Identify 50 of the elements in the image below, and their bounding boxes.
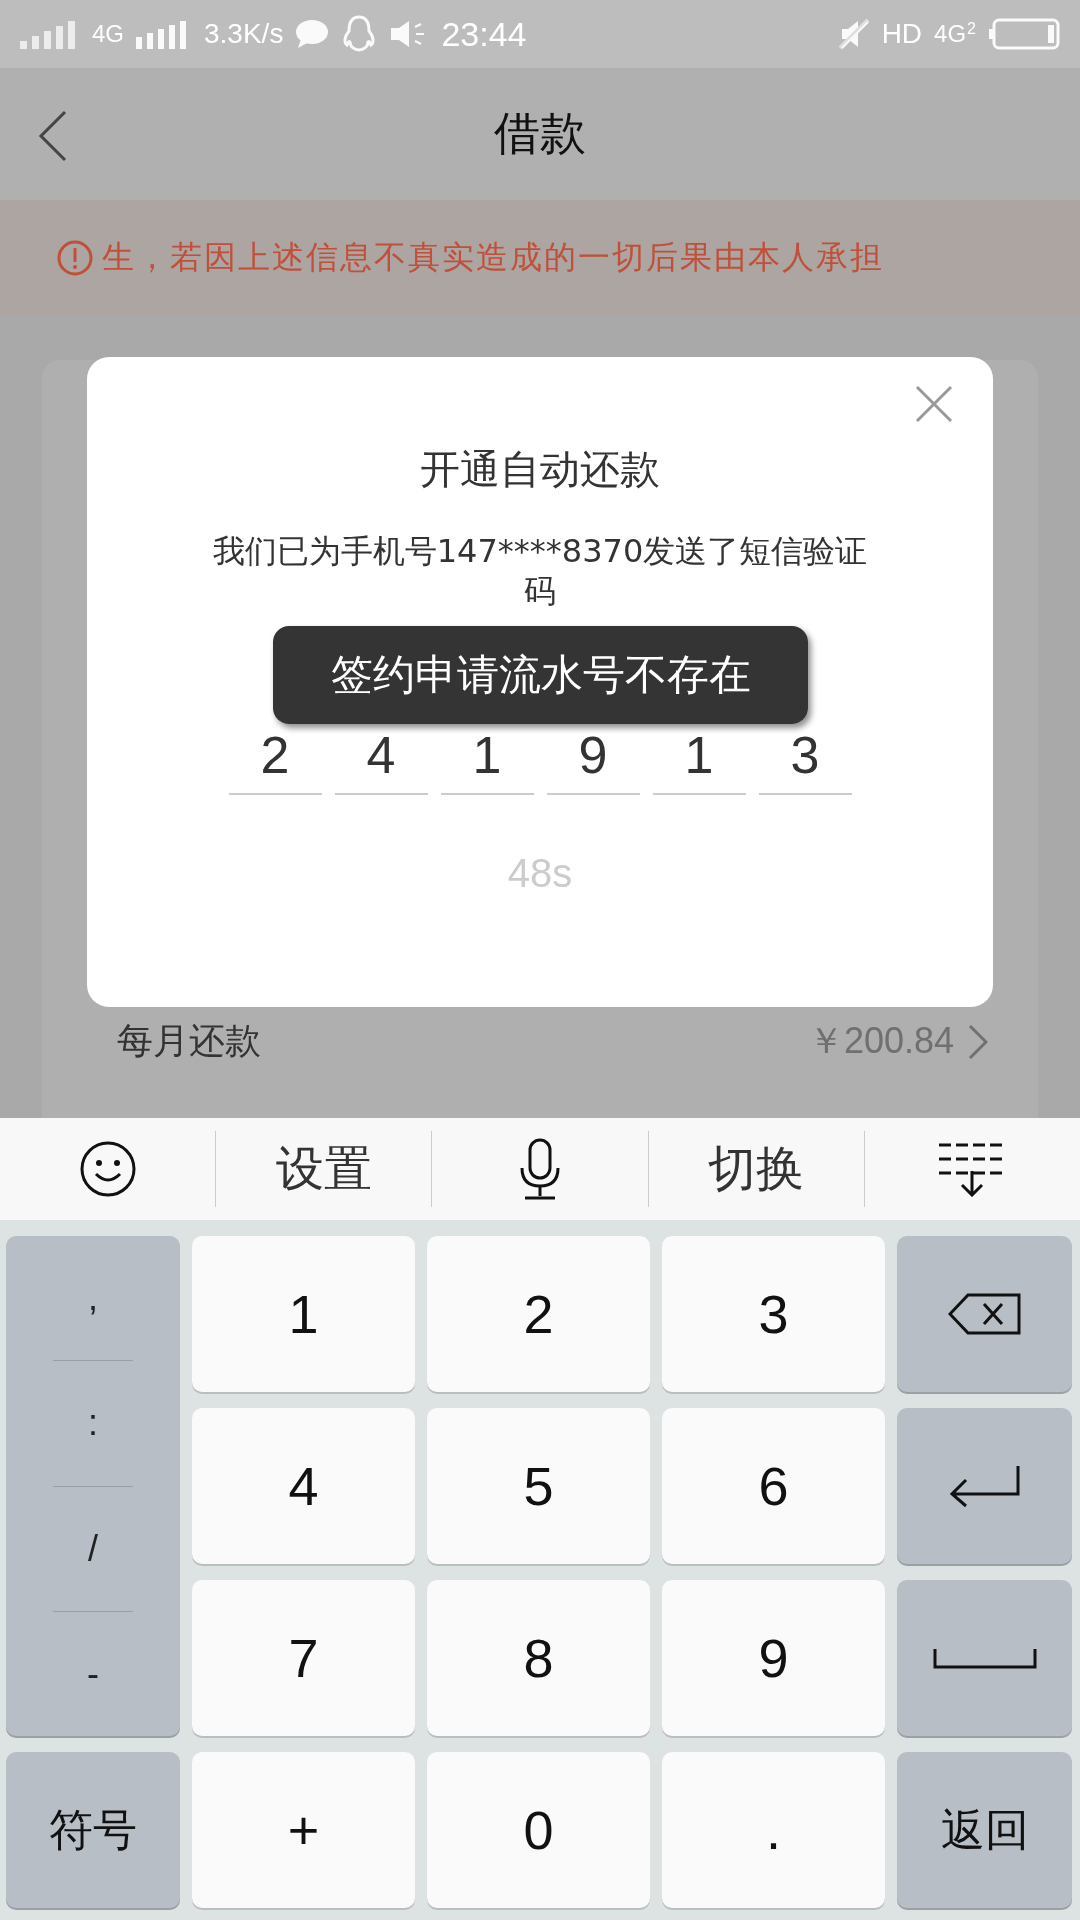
symbol-key[interactable]: ,: [53, 1236, 133, 1361]
key[interactable]: 符号: [6, 1752, 180, 1908]
monthly-repayment-value: ￥200.84: [807, 1019, 954, 1063]
dialog-title: 开通自动还款: [420, 445, 660, 494]
code-digit[interactable]: 4: [334, 729, 428, 795]
muted-icon: [837, 18, 870, 50]
battery-icon: [988, 18, 1060, 50]
code-digit[interactable]: 1: [440, 729, 534, 795]
code-digit[interactable]: 9: [546, 729, 640, 795]
key[interactable]: 5: [427, 1408, 650, 1564]
code-digit[interactable]: 1: [652, 729, 746, 795]
chat-bubble-icon: [295, 19, 330, 49]
network-label: 4G: [92, 20, 124, 48]
dialog-message: 我们已为手机号147****8370发送了短信验证码: [211, 531, 869, 611]
symbol-key[interactable]: :: [53, 1360, 133, 1486]
toolbar-button[interactable]: 切换: [708, 1137, 805, 1201]
key[interactable]: 6: [662, 1408, 885, 1564]
code-digit[interactable]: 3: [758, 729, 852, 795]
network-label: 4G: [934, 20, 967, 48]
clock-time: 23:44: [441, 14, 527, 54]
close-icon[interactable]: [915, 385, 953, 423]
code-digit[interactable]: 2: [228, 729, 322, 795]
back-icon[interactable]: [38, 110, 68, 162]
sim-number: 2: [967, 20, 976, 38]
key[interactable]: 8: [427, 1580, 650, 1736]
key[interactable]: 3: [662, 1236, 885, 1392]
backspace-icon: [947, 1293, 1022, 1335]
key[interactable]: 9: [662, 1580, 885, 1736]
space-icon: [932, 1647, 1037, 1669]
smiley-icon[interactable]: [78, 1140, 137, 1198]
page-title: 借款: [494, 105, 586, 162]
symbol-key[interactable]: -: [53, 1610, 133, 1736]
backspace-key[interactable]: [897, 1236, 1072, 1392]
key[interactable]: .: [662, 1752, 885, 1908]
hd-label: HD: [881, 18, 923, 50]
key[interactable]: 2: [427, 1236, 650, 1392]
notice-text: 生，若因上述信息不真实造成的一切后果由本人承担: [102, 236, 884, 278]
error-toast: 签约申请流水号不存在: [273, 626, 808, 724]
key[interactable]: 1: [192, 1236, 415, 1392]
enter-arrow-icon: [947, 1464, 1022, 1508]
warning-icon: [56, 238, 94, 277]
key[interactable]: +: [192, 1752, 415, 1908]
monthly-repayment-label: 每月还款: [117, 1019, 261, 1063]
key[interactable]: 0: [427, 1752, 650, 1908]
toolbar-button[interactable]: 设置: [275, 1137, 372, 1201]
network-speed: 3.3K/s: [204, 18, 284, 50]
key[interactable]: 4: [192, 1408, 415, 1564]
symbol-key[interactable]: /: [53, 1485, 133, 1611]
key[interactable]: 7: [192, 1580, 415, 1736]
key[interactable]: 返回: [897, 1752, 1072, 1908]
